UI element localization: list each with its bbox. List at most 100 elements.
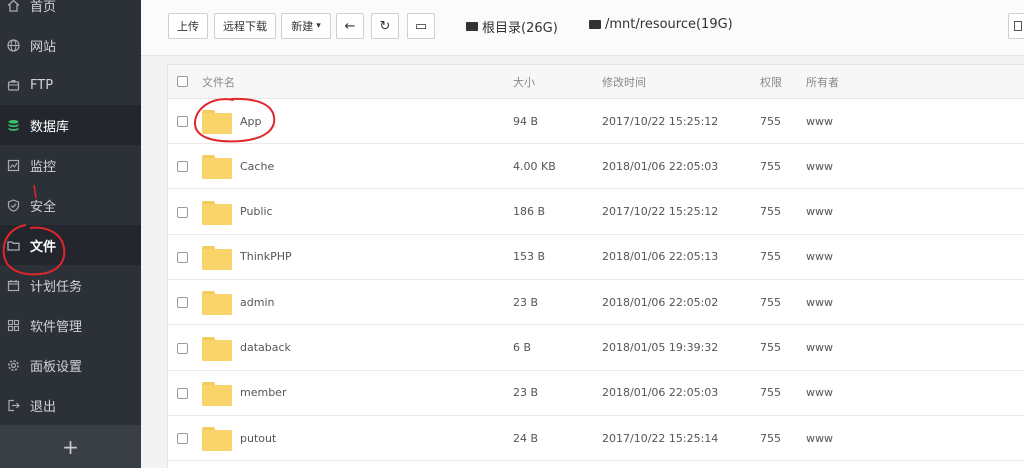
row-checkbox[interactable] xyxy=(177,206,188,218)
file-modified: 2017/10/22 15:25:12 xyxy=(602,205,719,219)
table-row[interactable]: App 94 B 2017/10/22 15:25:12 755 www xyxy=(168,99,1024,144)
file-size: 4.00 KB xyxy=(513,159,556,173)
row-checkbox[interactable] xyxy=(177,116,188,127)
table-row[interactable]: ThinkPHP 153 B 2018/01/06 22:05:13 755 www xyxy=(168,235,1024,280)
file-owner[interactable]: www xyxy=(806,280,833,324)
file-permission[interactable]: 755 xyxy=(760,99,781,143)
file-name[interactable]: App xyxy=(240,99,262,143)
sidebar-item-software[interactable]: 软件管理 xyxy=(0,305,141,345)
row-checkbox[interactable] xyxy=(177,433,188,445)
upload-button[interactable]: 上传 xyxy=(168,13,208,39)
table-row[interactable]: member 23 B 2018/01/06 22:05:03 755 www xyxy=(168,371,1024,416)
sidebar-item-monitor[interactable]: 监控 xyxy=(0,145,141,185)
shield-icon xyxy=(6,198,20,212)
back-button[interactable]: ← xyxy=(336,13,364,39)
file-modified: 2017/10/22 15:25:12 xyxy=(602,114,719,128)
file-name[interactable]: Cache xyxy=(240,144,274,188)
file-permission[interactable]: 755 xyxy=(760,235,781,279)
file-size: 23 B xyxy=(513,295,539,309)
file-size: 153 B xyxy=(513,250,546,264)
sidebar-item-security[interactable]: 安全 xyxy=(0,185,141,225)
new-dropdown-button[interactable]: 新建 ▾ xyxy=(281,13,331,39)
file-size: 24 B xyxy=(513,431,539,445)
file-permission[interactable]: 755 xyxy=(760,416,781,460)
add-shortcut-button[interactable]: + xyxy=(0,425,141,468)
file-permission[interactable]: 755 xyxy=(760,371,781,415)
sidebar-item-database[interactable]: 数据库 xyxy=(0,105,141,145)
file-toolbar: 上传 远程下载 新建 ▾ ← ↻ ▭ 根目录(26G) /mnt/resourc… xyxy=(141,0,1024,56)
row-checkbox[interactable] xyxy=(177,387,188,399)
table-row[interactable]: putout 24 B 2017/10/22 15:25:14 755 www xyxy=(168,416,1024,462)
table-row[interactable]: Cache 4.00 KB 2018/01/06 22:05:03 755 www xyxy=(168,144,1024,190)
disk-label: 根目录(26G) xyxy=(482,21,558,36)
sidebar-item-ftp[interactable]: FTP xyxy=(0,65,141,105)
sidebar-item-label: FTP xyxy=(30,77,54,93)
file-owner[interactable]: www xyxy=(806,99,833,143)
monitor-icon xyxy=(6,158,20,172)
file-modified: 2017/10/22 15:25:14 xyxy=(602,431,719,445)
table-row[interactable]: Public 186 B 2017/10/22 15:25:12 755 www xyxy=(168,190,1024,235)
file-permission[interactable]: 755 xyxy=(760,190,781,234)
sidebar-item-label: 文件 xyxy=(30,239,57,255)
disk-mnt-resource[interactable]: /mnt/resource(19G) xyxy=(589,17,733,32)
table-row[interactable]: databack 6 B 2018/01/05 19:39:32 755 www xyxy=(168,326,1024,371)
disk-label: /mnt/resource(19G) xyxy=(605,17,733,32)
sidebar-item-files[interactable]: 文件 xyxy=(0,225,141,265)
select-all-checkbox[interactable] xyxy=(177,76,188,87)
row-checkbox[interactable] xyxy=(177,297,188,309)
sidebar-item-panel-settings[interactable]: 面板设置 xyxy=(0,345,141,385)
file-name[interactable]: member xyxy=(240,371,286,415)
file-owner[interactable]: www xyxy=(806,144,833,188)
folder-icon xyxy=(202,200,232,225)
hard-disk-icon xyxy=(466,22,478,31)
file-size: 94 B xyxy=(513,114,539,128)
row-checkbox[interactable] xyxy=(177,251,188,263)
file-permission[interactable]: 755 xyxy=(760,144,781,188)
row-checkbox[interactable] xyxy=(177,342,188,354)
file-name[interactable]: Public xyxy=(240,190,273,234)
database-icon xyxy=(6,118,20,132)
refresh-button[interactable]: ↻ xyxy=(371,13,399,39)
file-owner[interactable]: www xyxy=(806,416,833,460)
file-size: 23 B xyxy=(513,386,539,400)
file-permission[interactable]: 755 xyxy=(760,280,781,324)
file-modified: 2018/01/05 19:39:32 xyxy=(602,341,719,354)
disk-root[interactable]: 根目录(26G) xyxy=(466,17,558,36)
folder-icon xyxy=(202,245,232,270)
sidebar-item-label: 监控 xyxy=(30,159,57,175)
sidebar: 首页 网站 FTP 数据库 监控 安全 文件 计划任务 软件管理 面板设置 退出… xyxy=(0,0,141,468)
new-button-label: 新建 xyxy=(291,20,314,33)
file-name[interactable]: databack xyxy=(240,326,291,370)
file-modified: 2018/01/06 22:05:03 xyxy=(602,386,719,400)
sidebar-item-website[interactable]: 网站 xyxy=(0,25,141,65)
toolbar-extra-button[interactable] xyxy=(1008,13,1024,39)
remote-download-button[interactable]: 远程下载 xyxy=(214,13,276,39)
file-owner[interactable]: www xyxy=(806,326,833,370)
sidebar-item-label: 计划任务 xyxy=(30,279,83,295)
table-header: 文件名 大小 修改时间 权限 所有者 xyxy=(168,65,1024,99)
file-owner[interactable]: www xyxy=(806,371,833,415)
terminal-button[interactable]: ▭ xyxy=(407,13,435,39)
header-filename[interactable]: 文件名 xyxy=(202,65,235,98)
sidebar-item-cron[interactable]: 计划任务 xyxy=(0,265,141,305)
header-modified[interactable]: 修改时间 xyxy=(602,65,646,98)
file-owner[interactable]: www xyxy=(806,235,833,279)
file-size: 6 B xyxy=(513,341,532,354)
sidebar-item-label: 安全 xyxy=(30,199,57,215)
sidebar-item-home[interactable]: 首页 xyxy=(0,0,141,25)
sidebar-item-logout[interactable]: 退出 xyxy=(0,385,141,425)
sidebar-item-label: 软件管理 xyxy=(30,319,83,335)
file-name[interactable]: admin xyxy=(240,280,274,324)
folder-icon xyxy=(202,427,232,452)
file-name[interactable]: putout xyxy=(240,416,276,460)
logout-icon xyxy=(6,398,20,412)
file-owner[interactable]: www xyxy=(806,190,833,234)
sidebar-item-label: 面板设置 xyxy=(30,359,83,375)
file-name[interactable]: ThinkPHP xyxy=(240,235,292,279)
table-row[interactable]: admin 23 B 2018/01/06 22:05:02 755 www xyxy=(168,280,1024,326)
row-checkbox[interactable] xyxy=(177,161,188,173)
header-size[interactable]: 大小 xyxy=(513,65,535,98)
folder-icon xyxy=(202,291,232,316)
refresh-icon: ↻ xyxy=(379,18,391,34)
file-permission[interactable]: 755 xyxy=(760,326,781,370)
